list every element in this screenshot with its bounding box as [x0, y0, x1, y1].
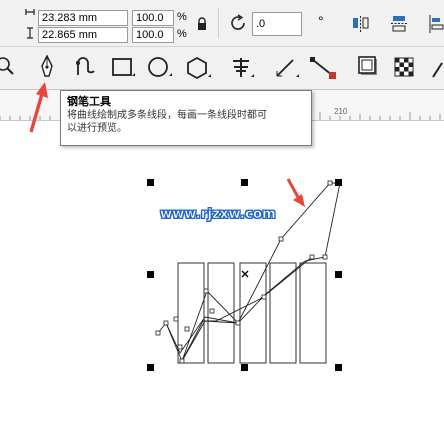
lock-ratio-icon[interactable] — [195, 16, 209, 32]
drawing-canvas[interactable]: www.rjzxw.com — [0, 121, 444, 422]
rotate-icon — [228, 13, 248, 33]
zoom-icon[interactable] — [0, 55, 16, 79]
height-icon — [25, 27, 35, 39]
ruler-label: 210 — [334, 107, 348, 116]
property-bar: 23.283 mm 22.865 mm 100.0 100.0 % % .0 ° — [0, 0, 444, 47]
bar-rect — [239, 262, 267, 364]
scale-x-field[interactable]: 100.0 — [132, 10, 174, 26]
tooltip-description-line1: 将曲线绘制成多条线段，每画一条线段时都可 — [67, 110, 267, 121]
percent-y-label: % — [177, 28, 187, 40]
width-icon — [25, 7, 35, 17]
ellipse-icon[interactable] — [146, 56, 174, 80]
scale-y-field[interactable]: 100.0 — [132, 27, 174, 43]
tooltip-description-line2: 以进行预览。 — [67, 123, 127, 134]
watermark-text: www.rjzxw.com — [160, 207, 276, 223]
pen-tool-tooltip: 钢笔工具 将曲线绘制成多条线段，每画一条线段时都可 以进行预览。 — [60, 90, 312, 146]
percent-x-label: % — [177, 11, 187, 23]
drop-shadow-icon[interactable] — [356, 55, 384, 81]
bar-rect — [269, 262, 297, 364]
align-icon[interactable] — [426, 13, 444, 35]
connector-icon[interactable] — [308, 55, 338, 81]
bar-shapes — [177, 262, 327, 364]
dimension-icon[interactable] — [272, 55, 300, 81]
tooltip-title: 钢笔工具 — [67, 95, 111, 108]
width-field[interactable]: 23.283 mm — [38, 10, 128, 26]
canvas-drawing — [147, 178, 342, 371]
polygon-icon[interactable] — [184, 55, 212, 81]
rotation-field[interactable]: .0 — [252, 12, 302, 36]
rectangle-icon[interactable] — [110, 56, 136, 80]
separator — [218, 8, 219, 38]
annotation-arrow-canvas — [286, 178, 305, 207]
bar-rect — [299, 262, 327, 364]
text-tool-icon[interactable] — [228, 55, 256, 81]
degree-label: ° — [318, 13, 324, 29]
height-field[interactable]: 22.865 mm — [38, 27, 128, 43]
mirror-horizontal-icon[interactable] — [350, 13, 372, 35]
transparency-icon[interactable] — [392, 55, 420, 81]
mirror-vertical-icon[interactable] — [388, 13, 410, 35]
eyedropper-icon[interactable] — [430, 55, 444, 81]
center-marker — [241, 270, 249, 278]
